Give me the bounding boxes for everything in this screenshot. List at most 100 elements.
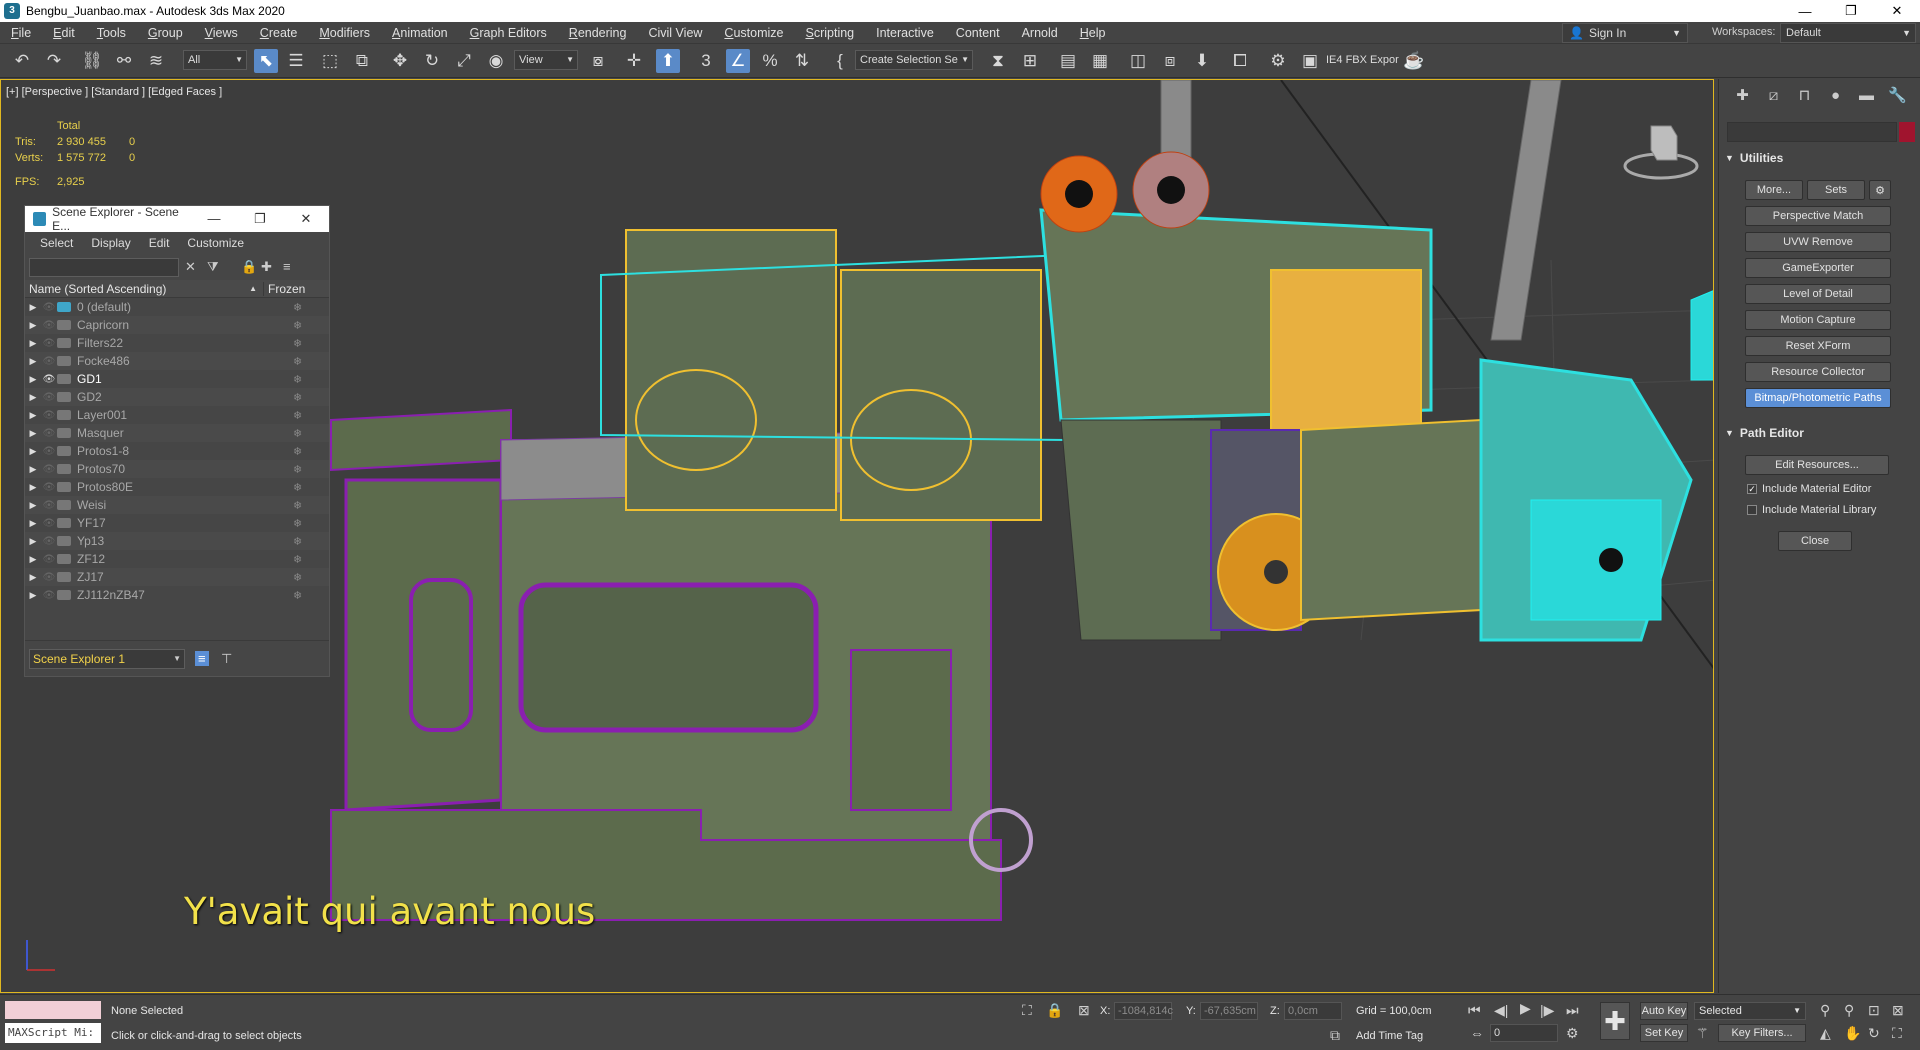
layer-row[interactable]: ▶ 👁 Masquer ❄ (25, 424, 329, 442)
menu-item[interactable]: Graph Editors (459, 22, 558, 44)
reference-coordinate-dropdown[interactable]: View ▼ (514, 50, 578, 70)
se-restore-button[interactable]: ❐ (237, 211, 283, 227)
se-close-button[interactable]: ✕ (283, 211, 329, 227)
visibility-eye-icon[interactable]: 👁 (41, 590, 57, 601)
sort-by-layer-icon[interactable]: ≡ (195, 651, 209, 666)
menu-item[interactable]: Group (137, 22, 194, 44)
zoom-all-icon[interactable]: ⚲ (1844, 1002, 1854, 1019)
menu-item[interactable]: Interactive (865, 22, 945, 44)
utility-button[interactable]: GameExporter (1745, 258, 1891, 278)
frozen-column-header[interactable]: Frozen (263, 281, 329, 296)
named-selection-dropdown[interactable]: Create Selection Se ▼ (855, 50, 973, 70)
layer-row[interactable]: ▶ 👁 ZJ17 ❄ (25, 568, 329, 586)
maxscript-mini-listener[interactable]: MAXScript Mi: (5, 1023, 101, 1043)
move-icon[interactable]: ✥ (388, 49, 412, 73)
render-frame-window-icon[interactable]: ⚙ (1266, 49, 1290, 73)
go-to-end-icon[interactable]: ⏭ (1566, 1002, 1579, 1019)
key-mode-icon[interactable]: ⇔ (1470, 1025, 1484, 1041)
frozen-snowflake-icon[interactable]: ❄ (293, 337, 302, 350)
motion-tab-icon[interactable]: ● (1820, 87, 1851, 104)
render-setup-icon[interactable]: ⧠ (1228, 49, 1252, 73)
configure-sets-icon[interactable]: ⚙ (1869, 180, 1891, 200)
scale-icon[interactable]: ⤢ (452, 49, 476, 73)
utility-button[interactable]: Bitmap/Photometric Paths (1745, 388, 1891, 408)
expand-triangle-icon[interactable]: ▶ (25, 446, 41, 457)
zoom-extents-all-icon[interactable]: ⊠ (1892, 1002, 1904, 1019)
material-editor-icon[interactable]: ⬇ (1190, 49, 1214, 73)
bind-space-warp-icon[interactable]: ≋ (144, 49, 168, 73)
frozen-snowflake-icon[interactable]: ❄ (293, 589, 302, 602)
sign-in-button[interactable]: 👤 Sign In ▼ (1562, 23, 1688, 43)
layer-explorer-icon[interactable]: ▤ (1056, 49, 1080, 73)
frozen-snowflake-icon[interactable]: ❄ (293, 301, 302, 314)
expand-triangle-icon[interactable]: ▶ (25, 536, 41, 547)
menu-item[interactable]: Customize (713, 22, 794, 44)
selection-filter-dropdown[interactable]: All ▼ (183, 50, 247, 70)
visibility-eye-icon[interactable]: 👁 (41, 302, 57, 313)
menu-item[interactable]: Animation (381, 22, 459, 44)
select-manipulate-icon[interactable]: ✛ (622, 49, 646, 73)
layer-row[interactable]: ▶ 👁 GD2 ❄ (25, 388, 329, 406)
utility-button[interactable]: Motion Capture (1745, 310, 1891, 330)
select-object-icon[interactable]: ⬉ (254, 49, 278, 73)
menu-item[interactable]: Create (249, 22, 309, 44)
menu-item[interactable]: Content (945, 22, 1011, 44)
se-minimize-button[interactable]: — (191, 211, 237, 227)
expand-triangle-icon[interactable]: ▶ (25, 572, 41, 583)
key-mode-dropdown[interactable]: Selected ▼ (1694, 1002, 1806, 1020)
keyboard-shortcut-override-icon[interactable]: ⬆ (656, 49, 680, 73)
window-crossing-icon[interactable]: ⧉ (350, 49, 374, 73)
previous-frame-icon[interactable]: ◀| (1494, 1002, 1508, 1019)
set-key-button[interactable]: Set Key (1640, 1024, 1688, 1042)
frozen-snowflake-icon[interactable]: ❄ (293, 445, 302, 458)
visibility-eye-icon[interactable]: 👁 (41, 410, 57, 421)
display-tab-icon[interactable]: ▬ (1851, 87, 1882, 104)
viewport-label[interactable]: [+] [Perspective ] [Standard ] [Edged Fa… (6, 86, 222, 98)
layer-row[interactable]: ▶ 👁 Capricorn ❄ (25, 316, 329, 334)
zoom-icon[interactable]: ⚲ (1820, 1002, 1830, 1019)
frozen-snowflake-icon[interactable]: ❄ (293, 481, 302, 494)
scene-explorer-menu-item[interactable]: Edit (140, 236, 179, 250)
selection-region-icon[interactable]: ⬚ (318, 49, 342, 73)
frozen-snowflake-icon[interactable]: ❄ (293, 355, 302, 368)
frozen-snowflake-icon[interactable]: ❄ (293, 571, 302, 584)
utility-button[interactable]: UVW Remove (1745, 232, 1891, 252)
current-frame-field[interactable]: 0 (1490, 1024, 1558, 1042)
schematic-view-icon[interactable]: ⧈ (1158, 49, 1182, 73)
edit-resources-button[interactable]: Edit Resources... (1745, 455, 1889, 475)
utility-button[interactable]: Perspective Match (1745, 206, 1891, 226)
visibility-eye-icon[interactable]: 👁 (41, 464, 57, 475)
set-key-big-icon[interactable]: ✚ (1600, 1002, 1630, 1040)
scene-explorer-menu-item[interactable]: Select (31, 236, 82, 250)
expand-triangle-icon[interactable]: ▶ (25, 590, 41, 601)
scene-explorer-menu-item[interactable]: Customize (178, 236, 253, 250)
close-path-editor-button[interactable]: Close (1778, 531, 1852, 551)
frozen-snowflake-icon[interactable]: ❄ (293, 319, 302, 332)
frozen-snowflake-icon[interactable]: ❄ (293, 391, 302, 404)
add-layer-icon[interactable]: ✚ (261, 259, 272, 275)
expand-triangle-icon[interactable]: ▶ (25, 482, 41, 493)
minimize-button[interactable]: — (1782, 0, 1828, 22)
expand-triangle-icon[interactable]: ▶ (25, 428, 41, 439)
fbx-export-label[interactable]: IE4 FBX Expor (1326, 54, 1399, 66)
visibility-eye-icon[interactable]: 👁 (41, 338, 57, 349)
visibility-eye-icon[interactable]: 👁 (41, 572, 57, 583)
auto-key-button[interactable]: Auto Key (1640, 1002, 1688, 1020)
visibility-eye-icon[interactable]: 👁 (41, 500, 57, 511)
menu-item[interactable]: File (0, 22, 42, 44)
z-coordinate-field[interactable]: 0,0cm (1284, 1002, 1342, 1020)
sort-by-hierarchy-icon[interactable]: ⊤ (221, 651, 232, 667)
frozen-snowflake-icon[interactable]: ❄ (293, 517, 302, 530)
curve-editor-icon[interactable]: ◫ (1126, 49, 1150, 73)
layer-row[interactable]: ▶ 👁 Weisi ❄ (25, 496, 329, 514)
expand-triangle-icon[interactable]: ▶ (25, 356, 41, 367)
visibility-eye-icon[interactable]: 👁 (41, 446, 57, 457)
frozen-snowflake-icon[interactable]: ❄ (293, 499, 302, 512)
layer-row[interactable]: ▶ 👁 YF17 ❄ (25, 514, 329, 532)
menu-item[interactable]: Civil View (637, 22, 713, 44)
align-icon[interactable]: ⊞ (1018, 49, 1042, 73)
visibility-eye-icon[interactable]: 👁 (41, 320, 57, 331)
visibility-eye-icon[interactable]: 👁 (41, 482, 57, 493)
clear-search-icon[interactable]: ✕ (185, 259, 196, 275)
redo-icon[interactable]: ↷ (42, 49, 66, 73)
